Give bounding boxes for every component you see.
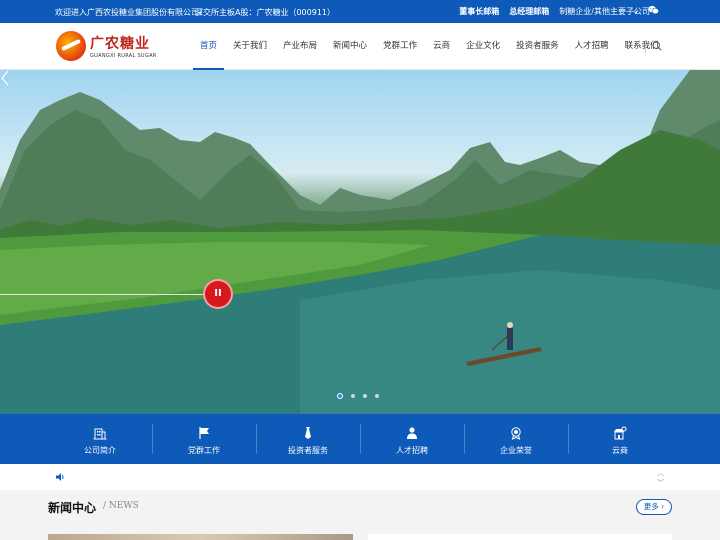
news-section-subtitle: / NEWS [103,501,139,511]
chevron-down-icon[interactable]: ⌄ [632,6,639,15]
news-feature-image[interactable] [48,534,353,540]
nav-item-party[interactable]: 党群工作 [383,23,417,70]
quick-link-company-profile[interactable]: 公司简介 [48,414,152,464]
nav-item-cloud-shop[interactable]: 云商 [433,23,450,70]
news-section-title: 新闻中心 [48,501,97,515]
building-icon [93,428,107,440]
slide-dot[interactable] [337,393,343,399]
quick-links-bar: 公司简介 党群工作 投资者服务 人才招聘 企业荣誉 云商 [0,414,720,464]
nav-divider [645,40,646,53]
nav-item-industry[interactable]: 产业布局 [283,23,317,70]
landscape-image [0,70,720,414]
wechat-icon[interactable] [648,5,659,15]
tie-icon [305,427,311,439]
news-more-button[interactable]: 更多 › [636,499,672,515]
medal-icon [511,427,521,440]
quick-link-label: 人才招聘 [396,446,428,455]
notice-down-arrow-icon[interactable]: ﹀ [657,478,664,488]
hero-banner: II [0,70,720,414]
quick-link-party-work[interactable]: 党群工作 [152,414,256,464]
quick-link-label: 投资者服务 [288,446,328,455]
pause-button[interactable]: II [203,279,233,309]
logo-mark-icon [56,31,86,61]
quick-link-label: 公司简介 [84,446,116,455]
nav-item-culture[interactable]: 企业文化 [466,23,500,70]
flag-icon [199,427,209,439]
people-icon [407,427,417,439]
notice-bar: ︿ ﹀ [0,464,720,490]
slide-dot[interactable] [363,394,367,398]
header: 广农糖业 GUANGXI RURAL SUGAR 首页 关于我们 产业布局 新闻… [0,23,720,70]
quick-link-label: 云商 [612,446,628,455]
top-bar: 欢迎进入广西农投糖业集团股份有限公司！ 深交所主板A股：广农糖业（000911）… [0,0,720,23]
news-list-panel [368,534,672,540]
video-progress-line[interactable] [0,294,204,295]
stock-info: 深交所主板A股：广农糖业（000911） [195,8,336,17]
logo-english-text: GUANGXI RURAL SUGAR [90,53,157,59]
notice-up-arrow-icon[interactable]: ︿ [657,468,664,478]
prev-slide-arrow-icon[interactable] [0,70,10,86]
slide-indicators [337,393,379,399]
quick-link-investor-services[interactable]: 投资者服务 [256,414,360,464]
quick-link-honors[interactable]: 企业荣誉 [464,414,568,464]
shop-icon [614,426,627,440]
main-nav: 首页 关于我们 产业布局 新闻中心 党群工作 云商 企业文化 投资者服务 人才招… [192,23,675,70]
quick-link-careers[interactable]: 人才招聘 [360,414,464,464]
news-section: 新闻中心 / NEWS 更多 › [0,490,720,540]
manager-mailbox-link[interactable]: 总经理邮箱 [509,6,549,17]
nav-item-about[interactable]: 关于我们 [233,23,267,70]
nav-item-home[interactable]: 首页 [192,23,225,70]
nav-item-investor[interactable]: 投资者服务 [516,23,559,70]
quick-link-label: 党群工作 [188,446,220,455]
chairman-mailbox-link[interactable]: 董事长邮箱 [459,6,499,17]
slide-dot[interactable] [375,394,379,398]
nav-item-news[interactable]: 新闻中心 [333,23,367,70]
search-icon[interactable] [652,41,662,51]
quick-link-label: 企业荣誉 [500,446,532,455]
welcome-text: 欢迎进入广西农投糖业集团股份有限公司！ [55,8,207,17]
speaker-icon [56,473,64,481]
logo-text: 广农糖业 [90,36,150,52]
quick-link-cloud-shop[interactable]: 云商 [568,414,672,464]
nav-item-careers[interactable]: 人才招聘 [575,23,609,70]
top-links: 董事长邮箱 总经理邮箱 制糖企业/其他主要子公司 [459,6,650,17]
logo[interactable]: 广农糖业 GUANGXI RURAL SUGAR [56,31,156,63]
slide-dot[interactable] [351,394,355,398]
